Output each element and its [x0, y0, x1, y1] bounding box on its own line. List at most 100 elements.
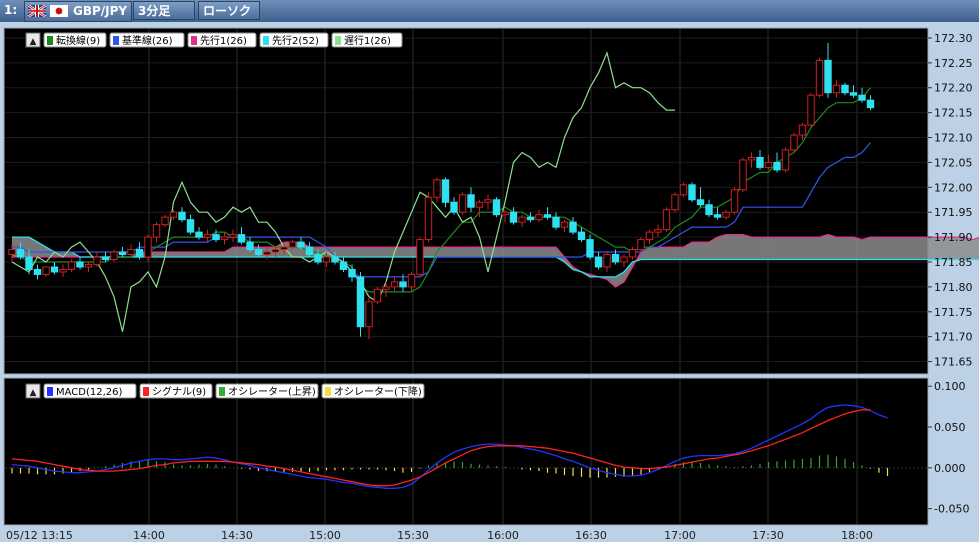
candle-up — [747, 156, 756, 161]
macd-axis-label: -0.050 — [934, 503, 969, 516]
candle-down — [101, 256, 110, 260]
time-axis-label: 17:00 — [664, 529, 696, 542]
candle-up — [152, 224, 161, 238]
candle-up — [390, 281, 399, 288]
candle-down — [331, 256, 339, 263]
time-axis-label: 14:30 — [221, 529, 253, 542]
cloud-segment — [156, 252, 165, 258]
chart-toolbar: 1: GBP/JPY 3分足 ローソク — [0, 0, 979, 23]
cloud-segment — [692, 242, 701, 260]
candle-down — [314, 254, 322, 263]
uk-flag-icon — [28, 5, 46, 17]
candle-up — [433, 179, 441, 198]
candle-up — [560, 221, 569, 228]
price-axis-label: 172.15 — [934, 107, 973, 120]
candle-up — [645, 231, 654, 241]
japan-flag-icon — [50, 5, 68, 17]
collapse-arrow-icon: ▲ — [30, 388, 37, 398]
legend-macd: MACD(12,26) — [56, 387, 123, 398]
chart-area: 05/12 13:15 14:00 14:30 15:00 15:30 16:00 16:3… — [0, 22, 979, 542]
candle-up — [127, 249, 135, 256]
cloud-segment — [649, 247, 658, 260]
candle-down — [178, 211, 186, 221]
cloud-segment — [471, 247, 480, 258]
candle-down — [849, 92, 858, 96]
cloud-segment — [539, 247, 548, 258]
cloud-segment — [547, 247, 556, 258]
cloud-segment — [173, 252, 182, 258]
macd-panel — [3, 377, 929, 526]
cloud-segment — [233, 247, 242, 258]
price-axis-label: 171.95 — [934, 206, 973, 219]
candle-up — [416, 239, 424, 275]
price-axis-label: 171.75 — [934, 306, 973, 319]
candle-up — [144, 236, 152, 258]
cloud-segment — [879, 237, 888, 260]
candle-down — [348, 268, 356, 278]
cloud-segment — [726, 234, 735, 260]
time-axis-label: 05/12 13:15 — [6, 529, 73, 542]
candle-down — [212, 234, 220, 241]
candle-down — [118, 251, 127, 256]
price-axis-label: 172.00 — [934, 181, 973, 194]
currency-pair-selector[interactable]: GBP/JPY — [24, 1, 132, 22]
candle-down — [195, 231, 203, 238]
cloud-segment — [896, 237, 905, 260]
price-legend: ▲ 転換線(9) 基準線(26) 先行1(26) 先行2(52) 遅行1(26) — [25, 32, 403, 48]
price-axis-label: 171.80 — [934, 281, 973, 294]
cloud-segment — [530, 247, 539, 258]
candle-down — [858, 94, 866, 101]
macd-legend: ▲ MACD(12,26) シグナル(9) オシレーター(上昇) オシレーター(… — [25, 383, 425, 399]
cloud-segment — [819, 234, 828, 260]
candle-up — [280, 246, 288, 251]
candle-up — [535, 214, 543, 221]
candle-up — [67, 261, 76, 270]
candle-up — [161, 216, 169, 226]
candle-up — [654, 229, 662, 233]
candle-up — [220, 236, 229, 241]
time-axis-label: 15:30 — [397, 529, 429, 542]
candle-down — [254, 249, 263, 256]
cloud-segment — [836, 237, 845, 260]
candle-up — [671, 194, 679, 211]
candle-down — [696, 199, 705, 206]
candle-up — [832, 84, 841, 94]
cloud-segment — [462, 247, 471, 258]
cloud-segment — [768, 237, 777, 260]
candle-up — [790, 134, 798, 151]
candle-up — [739, 159, 747, 191]
candle-up — [475, 201, 484, 208]
time-axis-label: 15:00 — [309, 529, 341, 542]
time-axis-label: 14:00 — [133, 529, 165, 542]
time-axis-label: 18:00 — [841, 529, 873, 542]
cloud-segment — [828, 234, 837, 260]
timeframe-selector[interactable]: 3分足 — [133, 1, 195, 20]
cloud-segment — [454, 247, 463, 258]
candle-down — [135, 249, 144, 258]
chart-type-selector[interactable]: ローソク — [198, 1, 260, 20]
candle-up — [815, 59, 824, 96]
candle-down — [16, 249, 25, 258]
candle-up — [798, 124, 807, 136]
candle-up — [807, 94, 815, 126]
candle-down — [356, 276, 365, 328]
candle-down — [305, 246, 314, 256]
candle-up — [42, 266, 50, 275]
candle-up — [59, 268, 67, 273]
cloud-segment — [165, 252, 174, 258]
candle-down — [611, 254, 620, 263]
candle-up — [781, 149, 790, 171]
candle-up — [169, 211, 178, 218]
cloud-segment — [377, 247, 386, 258]
cloud-segment — [921, 237, 930, 260]
cloud-segment — [335, 247, 344, 258]
candle-up — [288, 241, 297, 248]
candle-up — [229, 234, 237, 238]
cloud-segment — [505, 247, 514, 258]
legend-kijun: 基準線(26) — [122, 34, 173, 47]
cloud-segment — [360, 247, 369, 258]
candle-down — [399, 281, 407, 288]
cloud-segment — [352, 247, 361, 258]
cloud-segment — [513, 247, 522, 258]
cloud-segment — [777, 237, 786, 260]
